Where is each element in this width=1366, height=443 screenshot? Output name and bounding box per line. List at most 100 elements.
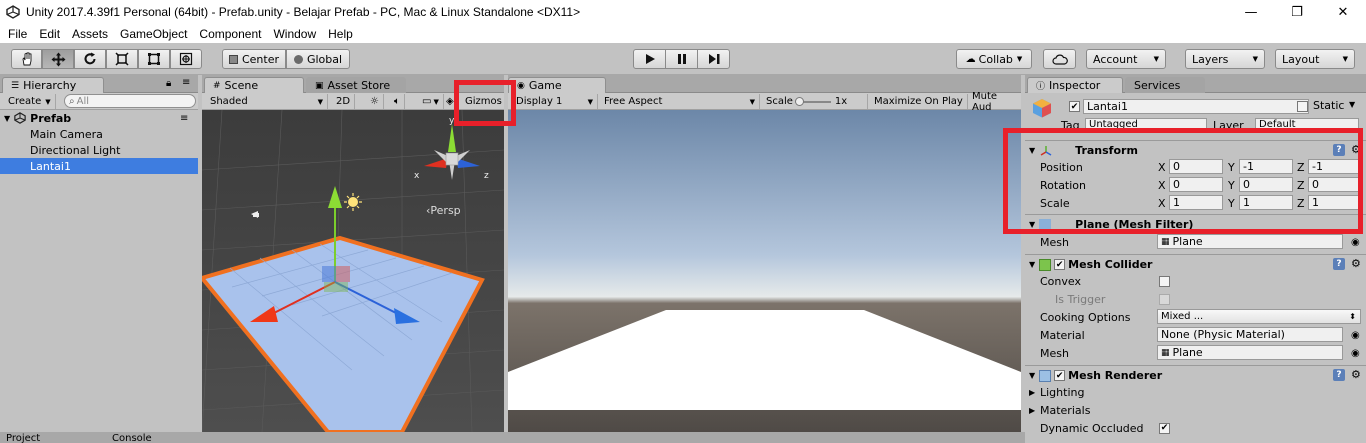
pivot-center-toggle[interactable]: Center [222, 49, 286, 69]
tab-project[interactable]: Project [6, 433, 40, 443]
position-y-field[interactable]: -1 [1239, 159, 1293, 174]
scale-slider-thumb[interactable] [794, 96, 804, 106]
tab-services[interactable]: Services [1125, 77, 1205, 93]
tag-dropdown[interactable]: Untagged [1085, 118, 1207, 130]
object-picker-icon[interactable]: ◉ [1351, 348, 1360, 359]
scale-x-field[interactable]: 1 [1169, 195, 1223, 210]
tab-console[interactable]: Console [112, 433, 152, 443]
static-checkbox[interactable] [1297, 101, 1308, 112]
menu-file[interactable]: File [0, 27, 33, 41]
static-chevron-icon[interactable]: ▼ [1349, 100, 1355, 109]
aspect-dropdown[interactable]: Free Aspect ▼ [600, 94, 760, 109]
rotation-x-field[interactable]: 0 [1169, 177, 1223, 192]
scene-viewport[interactable]: y x z ‹Persp [202, 110, 504, 432]
gear-icon[interactable]: ⚙ [1351, 368, 1361, 381]
collab-dropdown[interactable]: ☁ Collab ▼ [956, 49, 1032, 69]
cloud-button[interactable] [1043, 49, 1076, 69]
mesh-renderer-header[interactable]: ▼ ✔ Mesh Renderer ? ⚙ [1025, 365, 1366, 385]
menu-gameobject[interactable]: GameObject [114, 27, 193, 41]
convex-checkbox[interactable] [1159, 275, 1170, 287]
help-book-icon[interactable]: ? [1333, 258, 1345, 270]
move-tool-button[interactable] [42, 49, 74, 69]
rect-tool-button[interactable] [138, 49, 170, 69]
effects-dropdown[interactable]: ▭ ▼ [418, 94, 444, 109]
lighting-toggle[interactable]: ☼ [366, 94, 384, 109]
transform-tool-button[interactable] [170, 49, 202, 69]
position-x-field[interactable]: 0 [1169, 159, 1223, 174]
scene-canvas[interactable]: y x z ‹Persp [202, 110, 504, 432]
mute-audio-toggle[interactable]: Mute Aud [968, 91, 1021, 113]
display-dropdown[interactable]: Display 1 ▼ [512, 94, 598, 109]
game-viewport[interactable] [508, 110, 1021, 432]
restore-button[interactable]: ❐ [1274, 0, 1320, 24]
mesh-object-field[interactable]: ▦ Plane [1157, 234, 1343, 249]
list-item[interactable]: Main Camera [0, 126, 198, 142]
mesh-filter-header[interactable]: ▼ Plane (Mesh Filter) [1025, 214, 1366, 234]
maximize-on-play-toggle[interactable]: Maximize On Play [870, 94, 968, 109]
gizmo-plane-handle[interactable] [324, 282, 348, 292]
gear-icon[interactable]: ⚙ [1351, 257, 1361, 270]
lighting-foldout[interactable]: ▶ Lighting [1025, 383, 1366, 401]
hierarchy-search-input[interactable]: ⌕ All [64, 94, 196, 108]
object-picker-icon[interactable]: ◉ [1351, 330, 1360, 341]
gizmos-dropdown[interactable]: Gizmos [461, 94, 506, 109]
lock-icon[interactable]: 🔒︎ [166, 78, 171, 89]
menu-assets[interactable]: Assets [66, 27, 114, 41]
position-z-field[interactable]: -1 [1308, 159, 1360, 174]
play-button[interactable] [633, 49, 666, 69]
scene-root-row[interactable]: ▼ Prefab ≡ [0, 110, 198, 126]
material-object-field[interactable]: None (Physic Material) [1157, 327, 1343, 342]
projection-label[interactable]: ‹Persp [426, 204, 461, 217]
audio-toggle[interactable]: 🔈︎ [390, 94, 405, 109]
close-button[interactable]: ✕ [1320, 0, 1366, 24]
shading-mode-dropdown[interactable]: Shaded ▼ [206, 94, 328, 109]
menu-component[interactable]: Component [193, 27, 267, 41]
minimize-button[interactable]: — [1228, 0, 1274, 24]
layout-dropdown[interactable]: Layout ▼ [1275, 49, 1355, 69]
create-dropdown[interactable]: Create ▼ [4, 94, 56, 109]
menu-edit[interactable]: Edit [33, 27, 66, 41]
dynamic-occluded-checkbox[interactable]: ✔ [1159, 422, 1170, 434]
collider-mesh-field[interactable]: ▦ Plane [1157, 345, 1343, 360]
tab-asset-store[interactable]: ▣ Asset Store [306, 77, 406, 93]
toggle-2d-button[interactable]: 2D [332, 94, 356, 109]
tab-game[interactable]: ◉ Game [508, 77, 606, 93]
menu-window[interactable]: Window [267, 27, 322, 41]
materials-foldout[interactable]: ▶ Materials [1025, 401, 1366, 419]
transform-header[interactable]: ▼ Transform ? ⚙ [1025, 140, 1366, 160]
list-item[interactable]: Directional Light [0, 142, 198, 158]
mesh-collider-enabled-checkbox[interactable]: ✔ [1054, 259, 1066, 270]
rotate-tool-button[interactable] [74, 49, 106, 69]
scale-slider-track[interactable] [794, 96, 831, 106]
game-canvas[interactable] [508, 110, 1021, 432]
account-dropdown[interactable]: Account ▼ [1086, 49, 1166, 69]
pause-button[interactable] [665, 49, 698, 69]
menu-help[interactable]: Help [322, 27, 359, 41]
tab-inspector[interactable]: ⓘ Inspector [1027, 77, 1123, 93]
gizmo-plane-handle[interactable] [322, 266, 336, 282]
hand-tool-button[interactable] [11, 49, 42, 69]
tab-hierarchy[interactable]: ☰ Hierarchy [2, 77, 104, 93]
scale-slider[interactable]: Scale 1x [762, 94, 868, 109]
object-name-input[interactable]: Lantai1 [1083, 99, 1309, 114]
mesh-collider-header[interactable]: ▼ ✔ Mesh Collider ? ⚙ [1025, 254, 1366, 274]
list-item-selected[interactable]: Lantai1 [0, 158, 198, 174]
help-book-icon[interactable]: ? [1333, 369, 1345, 381]
global-space-toggle[interactable]: Global [286, 49, 350, 69]
scale-tool-button[interactable] [106, 49, 138, 69]
active-checkbox[interactable]: ✔ [1069, 101, 1080, 112]
layers-visibility-button[interactable]: ◈ [442, 94, 459, 109]
step-button[interactable] [697, 49, 730, 69]
gear-icon[interactable]: ⚙ [1351, 143, 1361, 156]
panel-menu-icon[interactable]: ≡ [182, 77, 190, 88]
rotation-z-field[interactable]: 0 [1308, 177, 1360, 192]
help-book-icon[interactable]: ? [1333, 144, 1345, 156]
mesh-renderer-enabled-checkbox[interactable]: ✔ [1054, 370, 1066, 381]
rotation-y-field[interactable]: 0 [1239, 177, 1293, 192]
scale-y-field[interactable]: 1 [1239, 195, 1293, 210]
layer-dropdown[interactable]: Default [1255, 118, 1359, 130]
layers-dropdown[interactable]: Layers ▼ [1185, 49, 1265, 69]
scene-menu-icon[interactable]: ≡ [180, 113, 188, 124]
gizmo-plane-handle[interactable] [336, 266, 350, 282]
tab-scene[interactable]: # Scene [204, 77, 304, 93]
